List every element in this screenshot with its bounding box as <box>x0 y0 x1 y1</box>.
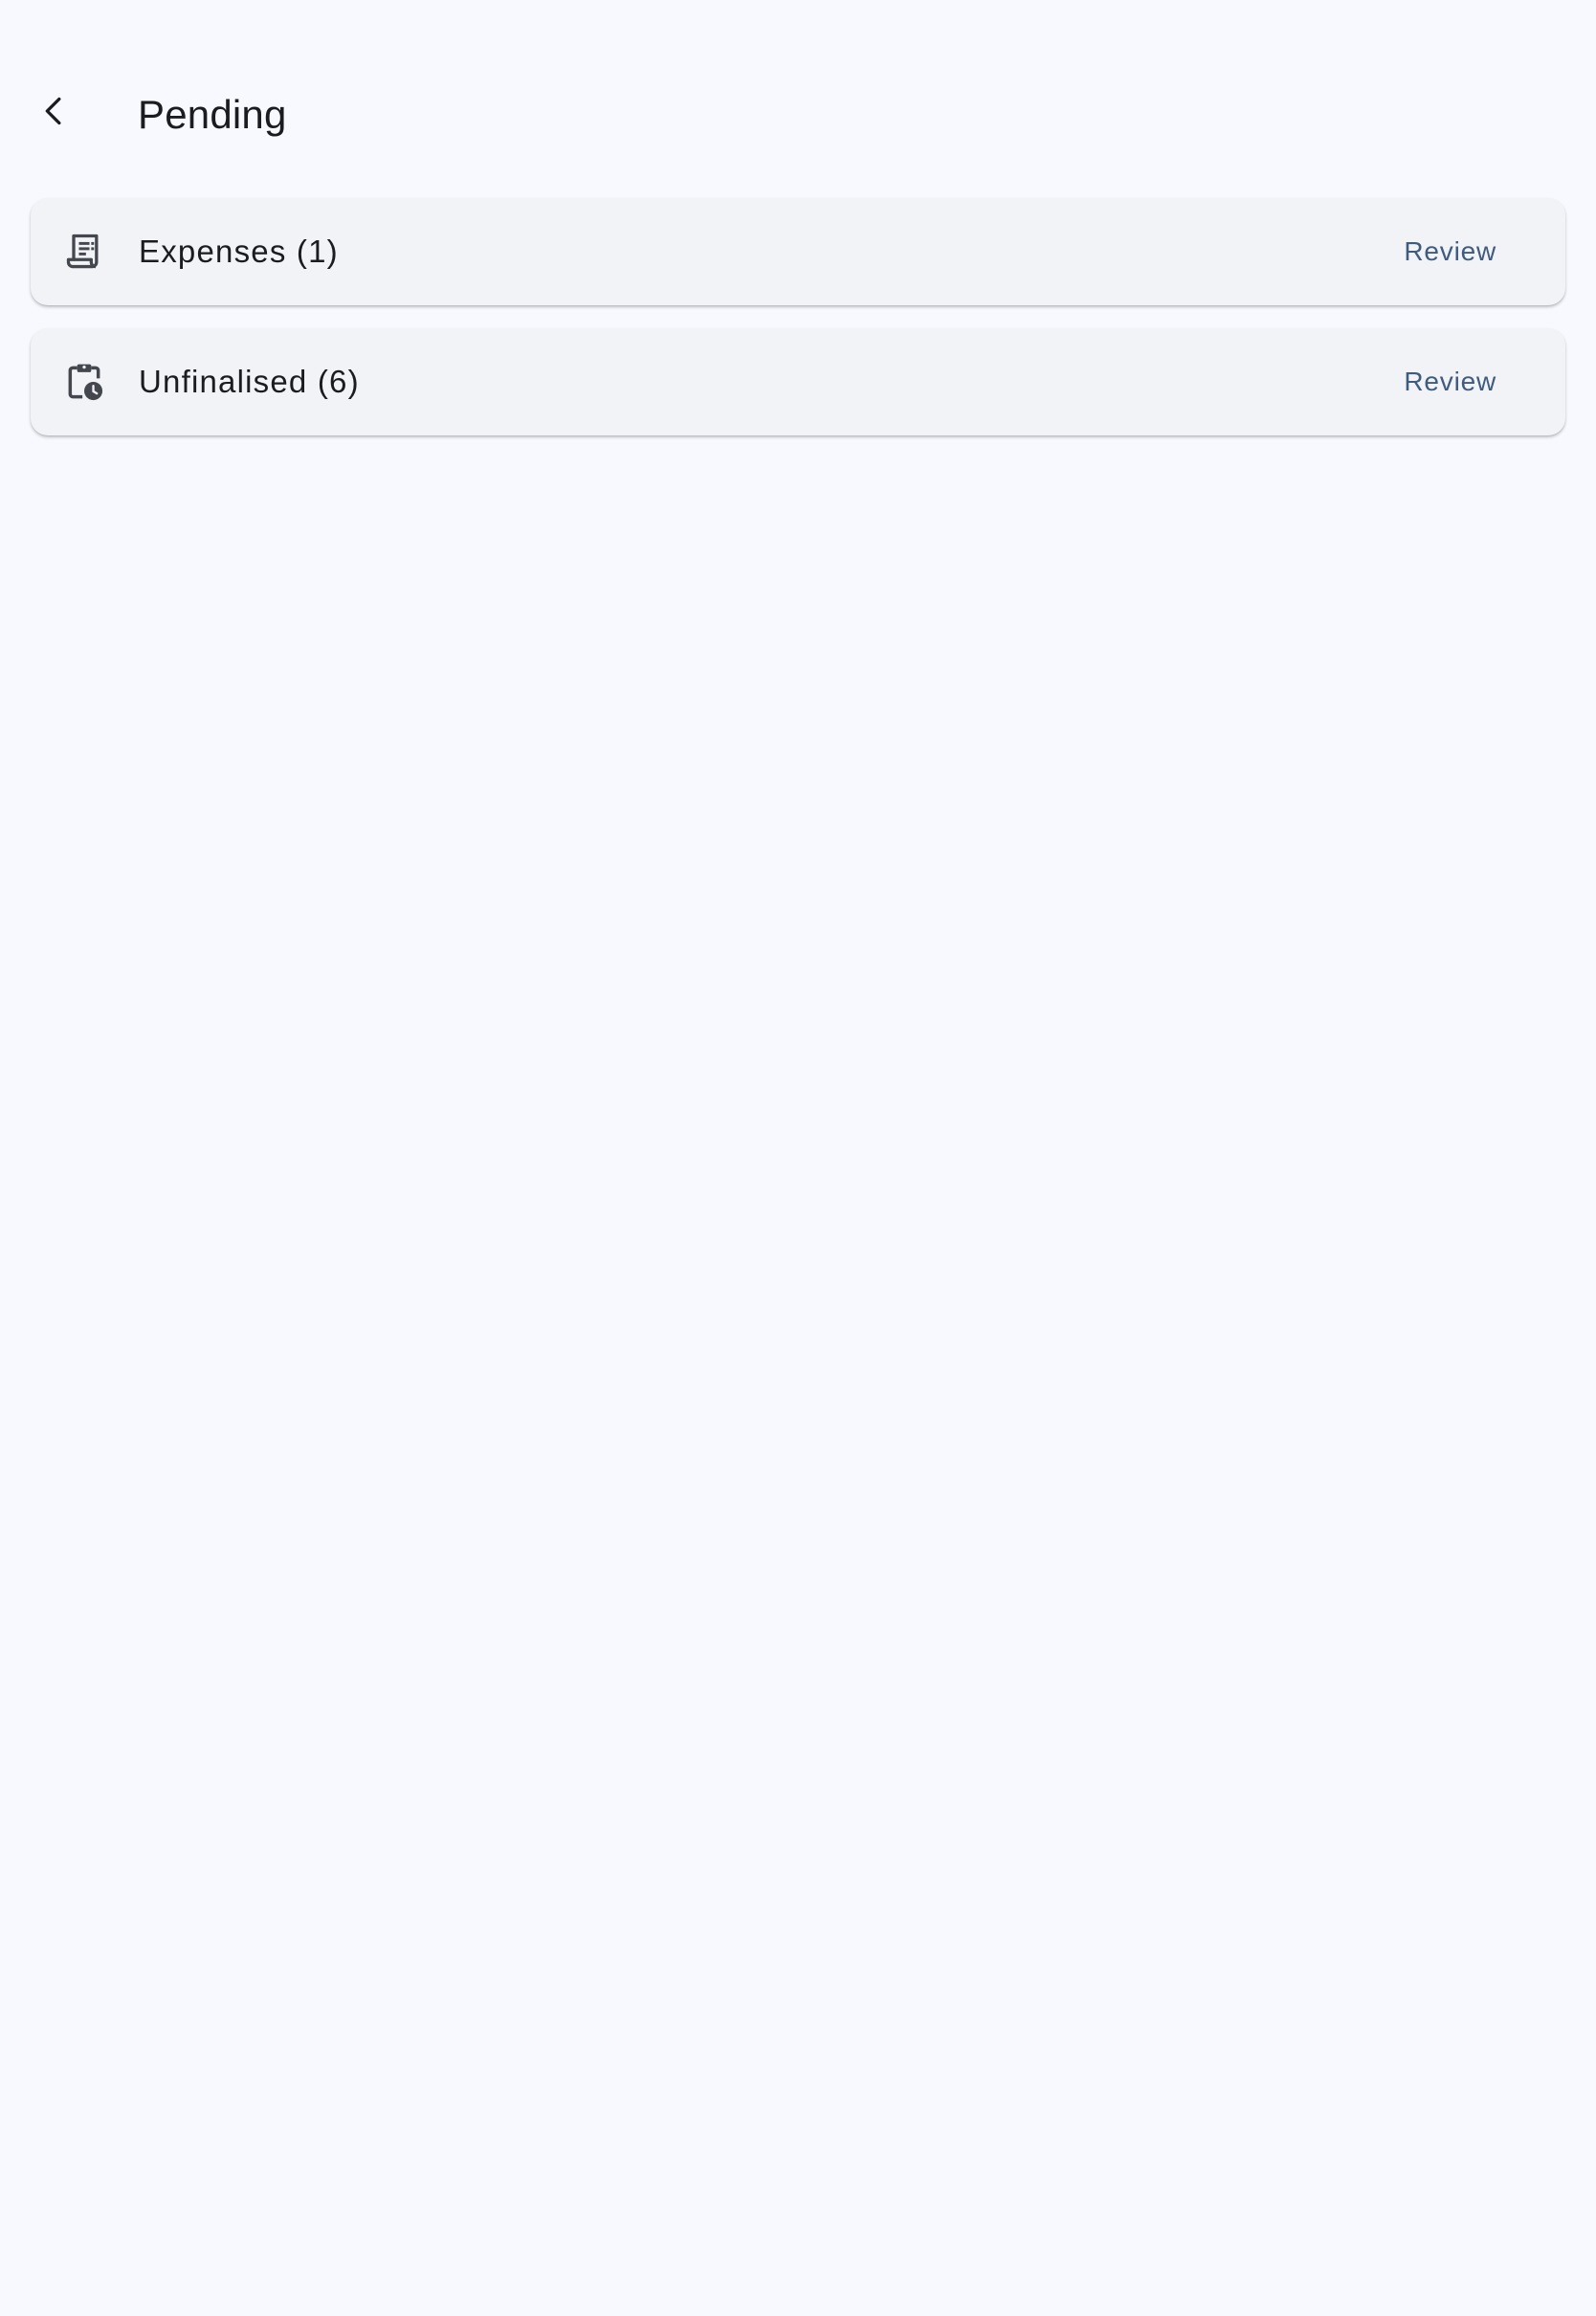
page-title: Pending <box>138 92 287 137</box>
back-button[interactable] <box>23 82 84 144</box>
clipboard-clock-icon <box>63 361 105 403</box>
receipt-icon <box>63 231 105 273</box>
review-button[interactable]: Review <box>1381 355 1519 409</box>
list-item-unfinalised[interactable]: Unfinalised (6) Review <box>31 328 1565 435</box>
list-item-expenses[interactable]: Expenses (1) Review <box>31 198 1565 305</box>
chevron-left-icon <box>34 92 73 135</box>
pending-list: Expenses (1) Review Unfinalised (6) Revi… <box>31 198 1565 458</box>
item-label: Unfinalised (6) <box>139 364 360 399</box>
review-button[interactable]: Review <box>1381 225 1519 278</box>
top-app-bar: Pending <box>0 54 1596 176</box>
item-label: Expenses (1) <box>139 234 339 269</box>
